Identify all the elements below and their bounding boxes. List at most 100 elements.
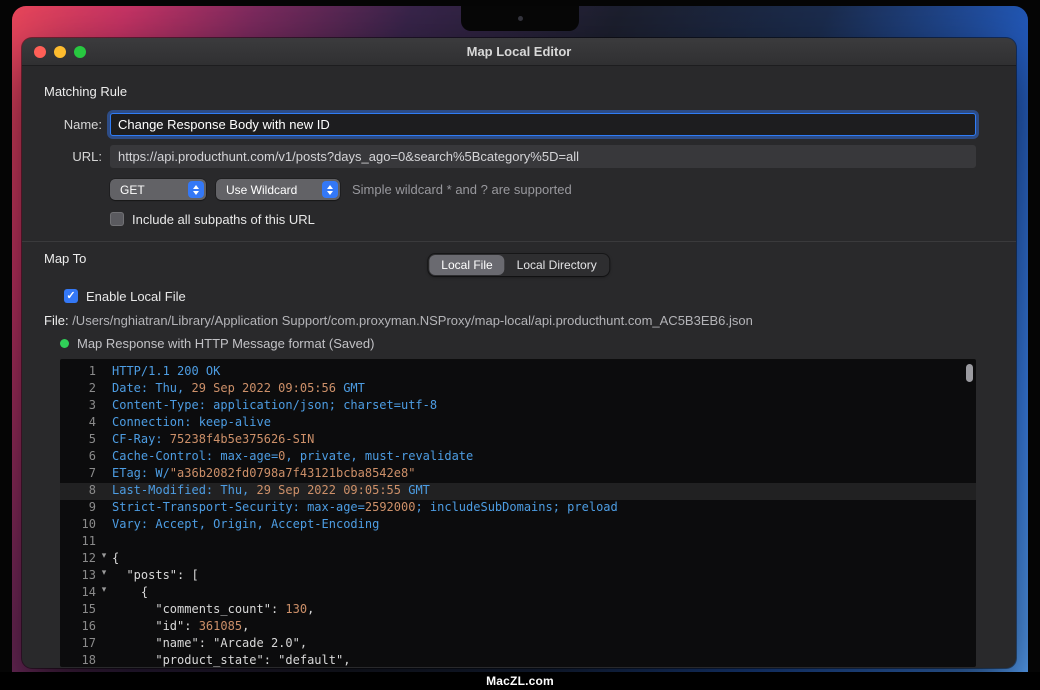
line-number: 6 [60, 449, 96, 466]
code-line[interactable]: 2 Date: Thu, 29 Sep 2022 09:05:56 GMT [60, 381, 976, 398]
http-method-value: GET [120, 183, 145, 197]
minimize-button[interactable] [54, 46, 66, 58]
code-text: { [112, 585, 976, 602]
saved-status-icon [60, 339, 69, 348]
line-number: 2 [60, 381, 96, 398]
code-text: Content-Type: application/json; charset=… [112, 398, 976, 415]
name-input[interactable] [110, 113, 976, 136]
file-path: /Users/nghiatran/Library/Application Sup… [72, 313, 753, 328]
code-lines: 1 HTTP/1.1 200 OK 2 Date: Thu, 29 Sep 2022 … [60, 364, 976, 667]
code-text: Date: Thu, 29 Sep 2022 09:05:56 GMT [112, 381, 976, 398]
fold-arrow-icon[interactable]: ▾ [96, 585, 112, 602]
code-text [112, 534, 976, 551]
line-number: 9 [60, 500, 96, 517]
close-button[interactable] [34, 46, 46, 58]
code-editor[interactable]: 1 HTTP/1.1 200 OK 2 Date: Thu, 29 Sep 2022 … [60, 359, 976, 667]
fold-arrow-icon[interactable]: ▾ [96, 551, 112, 568]
code-line[interactable]: 13▾ "posts": [ [60, 568, 976, 585]
fold-gutter [96, 466, 112, 483]
fold-arrow-icon[interactable]: ▾ [96, 568, 112, 585]
fold-gutter [96, 602, 112, 619]
code-line[interactable]: 6Cache-Control: max-age=0, private, must… [60, 449, 976, 466]
matching-strategy-value: Use Wildcard [226, 183, 297, 197]
window-titlebar[interactable]: Map Local Editor [22, 38, 1016, 66]
code-text: "id": 361085, [112, 619, 976, 636]
code-text: ETag: W/"a36b2082fd0798a7f43121bcba8542e… [112, 466, 976, 483]
line-number: 18 [60, 653, 96, 667]
map-to-header-row: Map To Local File Local Directory [22, 246, 1016, 280]
map-local-editor-window: Map Local Editor Matching Rule Name: URL… [22, 38, 1016, 668]
code-text: "comments_count": 130, [112, 602, 976, 619]
code-line[interactable]: 3 Content-Type: application/json; charset… [60, 398, 976, 415]
code-line[interactable]: 18 "product_state": "default", [60, 653, 976, 667]
code-line[interactable]: 16 "id": 361085, [60, 619, 976, 636]
line-number: 12 [60, 551, 96, 568]
fold-gutter [96, 364, 112, 381]
code-line[interactable]: 11 [60, 534, 976, 551]
chevron-up-down-icon [322, 181, 338, 198]
matching-strategy-select[interactable]: Use Wildcard [216, 179, 340, 200]
name-row: Name: [22, 112, 1016, 136]
save-status-text: Map Response with HTTP Message format (S… [77, 336, 374, 351]
fold-gutter [96, 483, 112, 500]
tab-local-directory[interactable]: Local Directory [505, 255, 609, 275]
file-path-line: File: /Users/nghiatran/Library/Applicati… [22, 313, 1016, 329]
zoom-button[interactable] [74, 46, 86, 58]
subpaths-checkbox-label: Include all subpaths of this URL [132, 212, 315, 227]
fold-gutter [96, 381, 112, 398]
fold-gutter [96, 636, 112, 653]
code-text: HTTP/1.1 200 OK [112, 364, 976, 381]
desktop-wallpaper: Map Local Editor Matching Rule Name: URL… [12, 6, 1028, 672]
matching-rule-heading: Matching Rule [44, 84, 1016, 99]
fold-gutter [96, 449, 112, 466]
line-number: 11 [60, 534, 96, 551]
line-number: 1 [60, 364, 96, 381]
subpaths-checkbox[interactable] [110, 212, 124, 226]
code-line[interactable]: 1 HTTP/1.1 200 OK [60, 364, 976, 381]
code-line[interactable]: 10Vary: Accept, Origin, Accept-Encoding [60, 517, 976, 534]
fold-gutter [96, 432, 112, 449]
line-number: 13 [60, 568, 96, 585]
line-number: 16 [60, 619, 96, 636]
line-number: 4 [60, 415, 96, 432]
line-number: 10 [60, 517, 96, 534]
code-line[interactable]: 8Last-Modified: Thu, 29 Sep 2022 09:05:5… [60, 483, 976, 500]
code-line[interactable]: 17 "name": "Arcade 2.0", [60, 636, 976, 653]
wildcard-hint: Simple wildcard * and ? are supported [352, 182, 572, 197]
code-line[interactable]: 4Connection: keep-alive [60, 415, 976, 432]
code-line[interactable]: 14▾ { [60, 585, 976, 602]
line-number: 15 [60, 602, 96, 619]
laptop-bezel: Map Local Editor Matching Rule Name: URL… [0, 0, 1040, 690]
code-line[interactable]: 7ETag: W/"a36b2082fd0798a7f43121bcba8542… [60, 466, 976, 483]
line-number: 5 [60, 432, 96, 449]
save-status-line: Map Response with HTTP Message format (S… [22, 336, 1016, 350]
name-label: Name: [44, 117, 102, 132]
enable-local-file-row: ✓ Enable Local File [22, 288, 1016, 304]
fold-gutter [96, 398, 112, 415]
code-text: CF-Ray: 75238f4b5e375626-SIN [112, 432, 976, 449]
camera-dot [518, 16, 523, 21]
traffic-lights [34, 38, 86, 65]
code-line[interactable]: 15 "comments_count": 130, [60, 602, 976, 619]
chevron-up-down-icon [188, 181, 204, 198]
fold-gutter [96, 653, 112, 667]
line-number: 14 [60, 585, 96, 602]
http-method-select[interactable]: GET [110, 179, 206, 200]
fold-gutter [96, 500, 112, 517]
url-input[interactable] [110, 145, 976, 168]
laptop-chin: MacZL.com [0, 672, 1040, 690]
editor-scrollbar[interactable] [966, 364, 973, 382]
code-text: "product_state": "default", [112, 653, 976, 667]
enable-local-file-checkbox[interactable]: ✓ [64, 289, 78, 303]
fold-gutter [96, 534, 112, 551]
code-text: { [112, 551, 976, 568]
window-content: Matching Rule Name: URL: GET [22, 84, 1016, 668]
method-match-row: GET Use Wildcard Simple wildcard * and ?… [22, 179, 1016, 200]
line-number: 3 [60, 398, 96, 415]
watermark: MacZL.com [486, 674, 554, 688]
enable-local-file-label: Enable Local File [86, 289, 186, 304]
code-line[interactable]: 12▾{ [60, 551, 976, 568]
code-line[interactable]: 5 CF-Ray: 75238f4b5e375626-SIN [60, 432, 976, 449]
tab-local-file[interactable]: Local File [429, 255, 504, 275]
code-line[interactable]: 9Strict-Transport-Security: max-age=2592… [60, 500, 976, 517]
